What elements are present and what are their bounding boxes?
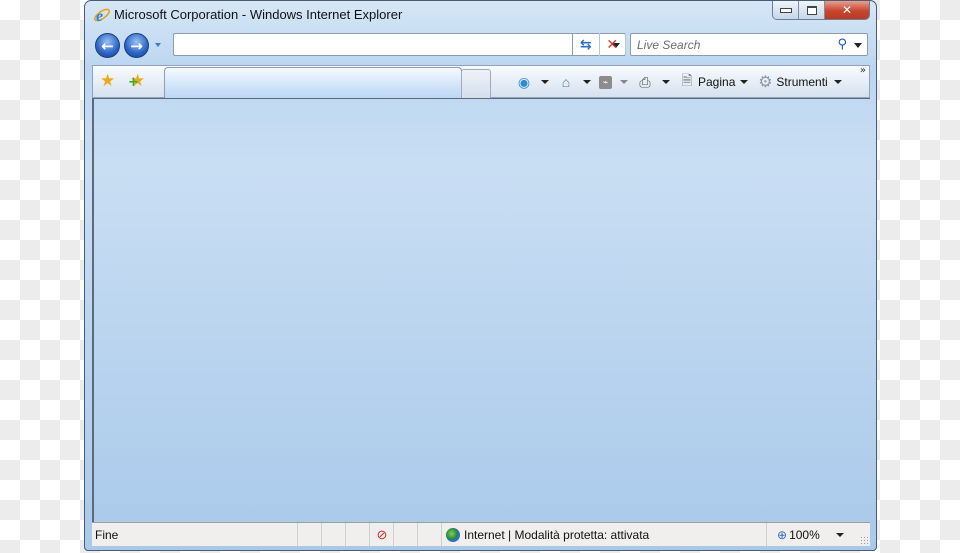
home-button[interactable]: ⌂: [553, 72, 595, 92]
toolbar-tools: ◉ ⌂ ⌁ ⎙ 🗎 Pagina ⚙ Strumenti: [511, 72, 846, 92]
messenger-button[interactable]: ◉: [511, 72, 553, 92]
feeds-button[interactable]: ⌁: [595, 72, 632, 92]
forward-button[interactable]: →: [124, 33, 149, 58]
page-content[interactable]: [92, 98, 870, 522]
page-icon: 🗎: [681, 72, 693, 88]
page-menu-button[interactable]: 🗎 Pagina: [674, 72, 752, 92]
zone-text: Internet | Modalità protetta: attivata: [464, 527, 650, 542]
privacy-eye-icon: ⊘: [376, 526, 388, 542]
search-input[interactable]: Live Search: [637, 38, 700, 52]
add-star-icon[interactable]: ★ +: [128, 71, 145, 91]
privacy-report-button[interactable]: ⊘: [369, 523, 394, 546]
caption-buttons: ✕: [772, 1, 870, 20]
stop-button[interactable]: ✕: [600, 33, 626, 56]
title-bar[interactable]: e Microsoft Corporation - Windows Intern…: [85, 1, 876, 29]
messenger-icon: ◉: [517, 73, 531, 90]
refresh-icon: ⇆: [579, 36, 592, 53]
address-bar[interactable]: [173, 33, 626, 56]
window-title: Microsoft Corporation - Windows Internet…: [114, 7, 403, 22]
ie-logo-icon: e: [94, 8, 110, 24]
restore-icon: [806, 5, 817, 15]
star-icon[interactable]: ★: [100, 71, 115, 91]
command-bar: ★ ★ + ◉ ⌂ ⌁ ⎙ 🗎 Pagina ⚙ Strumenti »: [92, 65, 870, 98]
restore-button[interactable]: [799, 1, 825, 19]
minimize-button[interactable]: [773, 1, 799, 19]
status-cell: [321, 523, 346, 546]
back-arrow-icon: ←: [101, 36, 114, 55]
status-bar: Fine ⊘ Internet | Modalità protetta: att…: [92, 522, 870, 546]
forward-arrow-icon: →: [130, 36, 143, 55]
browser-window: e Microsoft Corporation - Windows Intern…: [84, 0, 877, 551]
globe-icon: [446, 527, 460, 542]
address-buttons: ⇆ ✕: [572, 33, 626, 56]
minimize-icon: [779, 7, 792, 13]
resize-grip[interactable]: [860, 536, 868, 544]
zoom-level: 100%: [789, 527, 820, 542]
close-button[interactable]: ✕: [825, 1, 869, 19]
close-icon: ✕: [841, 3, 853, 17]
tools-menu-button[interactable]: ⚙ Strumenti: [752, 72, 845, 92]
printer-icon: ⎙: [639, 73, 651, 90]
status-cell: [297, 523, 322, 546]
rss-icon: ⌁: [599, 75, 612, 89]
recent-pages-dropdown[interactable]: [155, 43, 161, 47]
back-button[interactable]: ←: [95, 33, 120, 58]
gear-icon: ⚙: [758, 74, 773, 91]
zoom-dropdown-icon[interactable]: [835, 532, 844, 537]
browser-tab[interactable]: [164, 67, 462, 98]
new-tab-button[interactable]: [461, 69, 491, 98]
toolbar-overflow-chevron[interactable]: »: [860, 65, 866, 76]
search-box[interactable]: Live Search ⚲: [630, 33, 868, 56]
magnifier-icon[interactable]: ⚲: [837, 37, 847, 52]
stop-x-icon: ✕: [606, 36, 619, 53]
status-cell: [417, 523, 442, 546]
tools-menu-label: Strumenti: [776, 75, 828, 89]
navigation-bar: ← → ⇆ ✕ Live Search ⚲: [85, 31, 876, 61]
zoom-magnifier-icon: ⊕: [777, 527, 788, 542]
svg-text:e: e: [96, 8, 103, 24]
print-button[interactable]: ⎙: [632, 72, 674, 92]
status-cell: [393, 523, 418, 546]
security-zone[interactable]: Internet | Modalità protetta: attivata: [441, 523, 771, 546]
home-icon: ⌂: [561, 74, 571, 90]
status-cell: [345, 523, 370, 546]
refresh-button[interactable]: ⇆: [573, 33, 600, 56]
search-dropdown-icon[interactable]: [854, 43, 862, 48]
page-menu-label: Pagina: [698, 75, 736, 89]
status-text: Fine: [95, 528, 119, 542]
